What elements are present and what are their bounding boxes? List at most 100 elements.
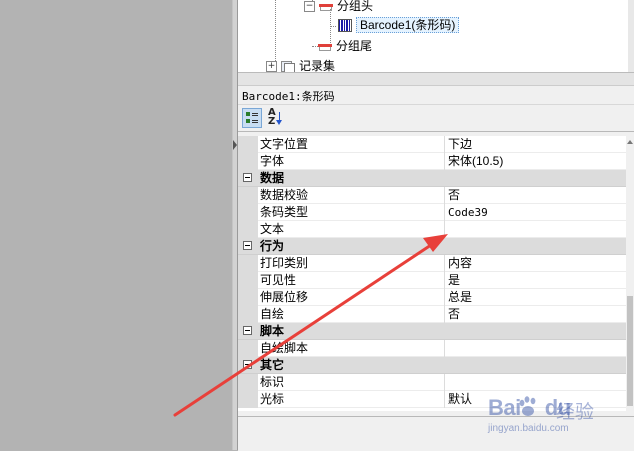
property-row[interactable]: 文本: [238, 221, 626, 238]
column-divider: [444, 374, 445, 391]
paw-icon: [519, 396, 536, 416]
expand-icon[interactable]: +: [266, 61, 277, 72]
tree-item-label: 分组尾: [336, 39, 373, 53]
column-divider: [444, 221, 445, 238]
property-value[interactable]: 是: [448, 272, 460, 289]
tree-connector: [330, 26, 336, 27]
property-row[interactable]: 可见性 是: [238, 272, 626, 289]
collapse-icon[interactable]: −: [304, 1, 315, 13]
row-gutter: [238, 391, 258, 408]
property-panel: − 分组头 Barcode1(条形码) 分组尾 + 记录集 Barcode1:条形码…: [238, 0, 634, 451]
property-row[interactable]: 自绘脚本: [238, 340, 626, 357]
property-name: 字体: [260, 154, 285, 168]
property-row[interactable]: 打印类别 内容: [238, 255, 626, 272]
row-gutter: [238, 204, 258, 221]
category-label: 数据: [260, 171, 285, 185]
property-row[interactable]: 字体 宋体(10.5): [238, 153, 626, 170]
property-grid-scrollbar[interactable]: [626, 136, 634, 411]
property-row[interactable]: 文字位置 下边: [238, 136, 626, 153]
property-value[interactable]: 内容: [448, 255, 472, 272]
property-value[interactable]: 否: [448, 187, 460, 204]
tree-item-label: 记录集: [299, 59, 336, 72]
property-name: 自绘: [260, 307, 285, 321]
categorized-view-button[interactable]: [242, 108, 262, 128]
column-divider: [444, 289, 445, 306]
sort-arrow-icon: [276, 112, 282, 125]
property-value[interactable]: 否: [448, 306, 460, 323]
property-name: 文字位置: [260, 137, 309, 151]
property-value[interactable]: 下边: [448, 136, 472, 153]
property-category[interactable]: 其它: [238, 357, 626, 374]
group-header-icon: [319, 2, 333, 12]
property-category[interactable]: 脚本: [238, 323, 626, 340]
property-name: 条码类型: [260, 205, 309, 219]
column-divider: [444, 272, 445, 289]
property-row[interactable]: 数据校验 否: [238, 187, 626, 204]
categorized-view-icon: [246, 112, 258, 124]
horizontal-splitter[interactable]: [238, 72, 634, 86]
property-name: 可见性: [260, 273, 297, 287]
barcode-icon: [338, 19, 352, 33]
property-grid: 文字位置 下边 字体 宋体(10.5) 数据 数据校验否条码类型 Code39 文本 行为 打印类…: [238, 136, 626, 411]
scroll-up-icon[interactable]: [627, 140, 633, 144]
row-gutter: [238, 255, 258, 272]
property-value[interactable]: 宋体(10.5): [448, 153, 503, 170]
column-divider: [444, 136, 445, 153]
tree-item-label: 分组头: [337, 0, 374, 13]
sort-az-icon: AZ: [268, 107, 276, 127]
property-name: 文本: [260, 222, 285, 236]
category-label: 其它: [260, 358, 285, 372]
column-divider: [444, 255, 445, 272]
object-tree: − 分组头 Barcode1(条形码) 分组尾 + 记录集: [238, 0, 629, 72]
property-value[interactable]: Code39: [448, 204, 488, 221]
property-name: 自绘脚本: [260, 341, 309, 355]
left-workspace: [0, 0, 232, 450]
collapse-icon[interactable]: [243, 173, 252, 182]
column-divider: [444, 187, 445, 204]
column-divider: [444, 340, 445, 357]
row-gutter: [238, 306, 258, 323]
property-row[interactable]: 标识: [238, 374, 626, 391]
recordset-icon: [281, 60, 295, 72]
property-name: 伸展位移: [260, 290, 309, 304]
collapse-icon[interactable]: [243, 326, 252, 335]
scroll-thumb[interactable]: [627, 296, 633, 406]
row-gutter: [238, 272, 258, 289]
row-gutter: [238, 289, 258, 306]
column-divider: [444, 391, 445, 408]
alphabetical-view-button[interactable]: AZ: [266, 108, 286, 128]
watermark-url: jingyan.baidu.com: [488, 423, 569, 434]
collapse-icon[interactable]: [243, 241, 252, 250]
tree-item-group-header[interactable]: − 分组头: [304, 0, 373, 15]
property-name: 数据校验: [260, 188, 309, 202]
group-footer-icon: [318, 42, 332, 52]
property-name: 标识: [260, 375, 285, 389]
tree-item-group-footer[interactable]: 分组尾: [318, 37, 372, 55]
property-row[interactable]: 条码类型 Code39: [238, 204, 626, 221]
row-gutter: [238, 187, 258, 204]
row-gutter: [238, 153, 258, 170]
column-divider: [444, 204, 445, 221]
category-label: 行为: [260, 239, 285, 253]
property-row[interactable]: 自绘 否: [238, 306, 626, 323]
property-value[interactable]: 总是: [448, 289, 472, 306]
column-divider: [444, 153, 445, 170]
property-category[interactable]: 行为: [238, 238, 626, 255]
tree-scrollbar[interactable]: [628, 0, 634, 72]
tree-item-barcode1[interactable]: Barcode1(条形码): [338, 16, 460, 34]
row-gutter: [238, 221, 258, 238]
selected-object-title: Barcode1:条形码: [242, 90, 335, 103]
property-toolbar: AZ: [238, 104, 634, 132]
property-category[interactable]: 数据: [238, 170, 626, 187]
watermark-experience: 经验: [556, 402, 595, 423]
tree-item-label: Barcode1(条形码): [356, 17, 460, 33]
category-label: 脚本: [260, 324, 285, 338]
collapse-icon[interactable]: [243, 360, 252, 369]
tree-item-recordset[interactable]: + 记录集: [266, 57, 335, 72]
splitter-grip-icon[interactable]: [233, 140, 237, 150]
property-name: 光标: [260, 392, 285, 406]
watermark: Bai du 经验 jingyan.baidu.com: [468, 393, 628, 437]
row-gutter: [238, 136, 258, 153]
column-divider: [444, 306, 445, 323]
property-row[interactable]: 伸展位移 总是: [238, 289, 626, 306]
